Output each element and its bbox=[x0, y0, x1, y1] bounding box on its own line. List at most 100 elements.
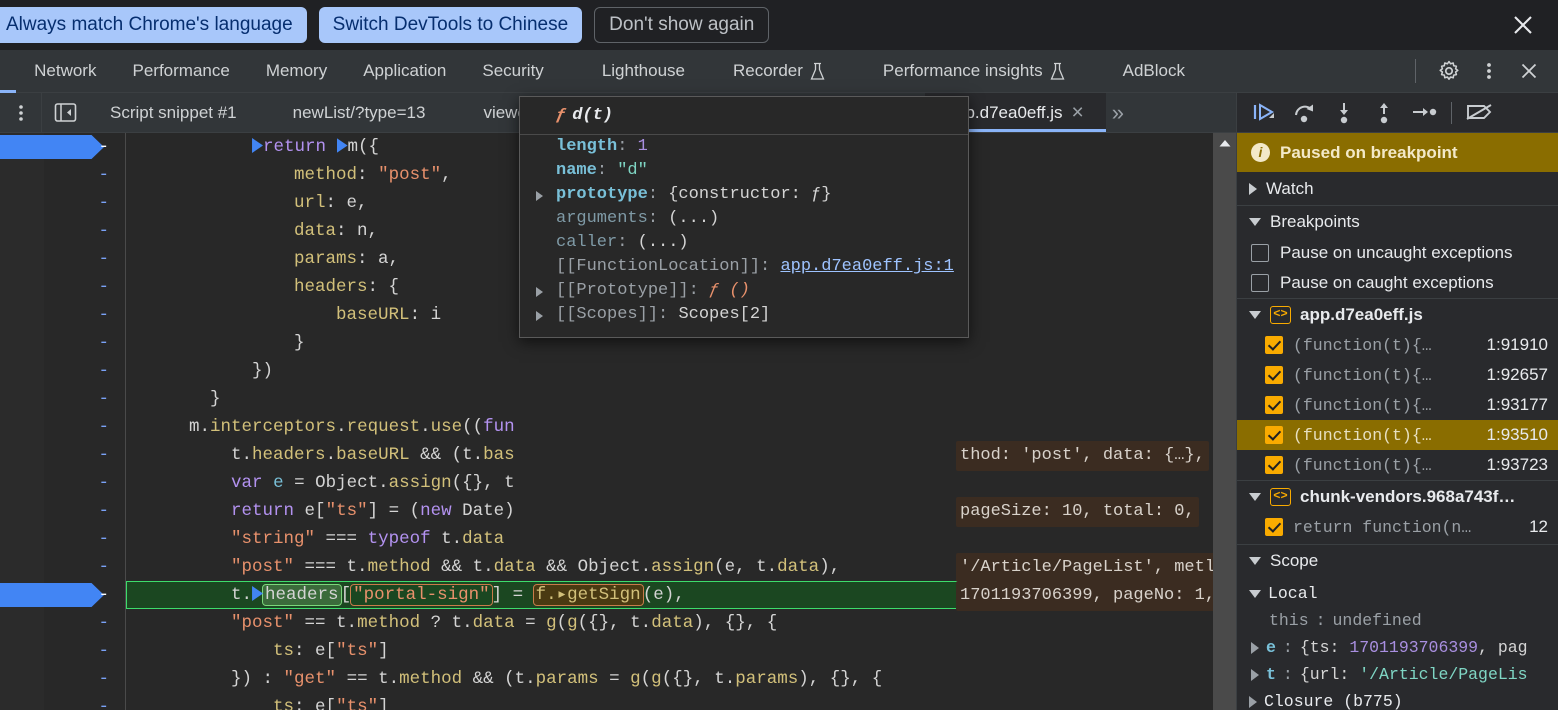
tab-lighthouse[interactable]: Lighthouse bbox=[562, 50, 703, 93]
gutter-line[interactable]: - bbox=[44, 161, 125, 189]
tab-security[interactable]: Security bbox=[464, 50, 561, 93]
popover-property-row[interactable]: length: 1 bbox=[520, 135, 968, 159]
close-icon[interactable]: × bbox=[1072, 102, 1084, 123]
pause-on-uncaught-exceptions-row[interactable]: Pause on uncaught exceptions bbox=[1237, 238, 1558, 268]
code-line[interactable]: t.headers.baseURL && (t.bas thod: 'post',… bbox=[126, 441, 1236, 471]
scope-closure-row[interactable]: Closure (b775) bbox=[1237, 688, 1558, 710]
breakpoint-checkbox[interactable] bbox=[1265, 396, 1283, 414]
checkbox[interactable] bbox=[1251, 274, 1269, 292]
section-watch[interactable]: Watch bbox=[1237, 172, 1558, 205]
gutter-line[interactable]: - bbox=[44, 553, 125, 581]
code-line[interactable]: m.interceptors.request.use((fun bbox=[126, 413, 1236, 441]
code-line[interactable]: "post" === t.method && t.data && Object.… bbox=[126, 553, 1236, 583]
tab-adblock[interactable]: AdBlock bbox=[1083, 50, 1203, 93]
popover-property-row[interactable]: name: "d" bbox=[520, 159, 968, 183]
expand-arrow-icon[interactable] bbox=[536, 311, 543, 321]
gutter-line[interactable]: - bbox=[44, 301, 125, 329]
editor-vertical-scrollbar[interactable] bbox=[1213, 133, 1236, 710]
scope-variable-row[interactable]: e: {ts: 1701193706399, pag bbox=[1237, 634, 1558, 661]
gutter-line[interactable]: - bbox=[44, 385, 125, 413]
gutter-breakpoint-marker[interactable]: - bbox=[44, 133, 125, 161]
breakpoint-row[interactable]: (function(t){… 1:93510 bbox=[1237, 420, 1558, 450]
scope-variable-row[interactable]: t: {url: '/Article/PageLis bbox=[1237, 661, 1558, 688]
gutter-line[interactable]: - bbox=[44, 609, 125, 637]
code-line[interactable]: }) : "get" == t.method && (t.params = g(… bbox=[126, 665, 1236, 693]
expand-caret-icon[interactable] bbox=[252, 138, 264, 153]
popover-property-row[interactable]: [[Scopes]]: Scopes[2] bbox=[520, 303, 968, 327]
breakpoint-row[interactable]: (function(t){… 1:93723 bbox=[1237, 450, 1558, 480]
gutter-line[interactable]: - bbox=[44, 665, 125, 693]
tab-overflow-icon[interactable]: » bbox=[1106, 93, 1130, 132]
breakpoint-checkbox[interactable] bbox=[1265, 456, 1283, 474]
popover-property-row[interactable]: arguments: (...) bbox=[520, 207, 968, 231]
file-tab-newlist[interactable]: newList/?type=13 bbox=[259, 93, 448, 132]
gutter-line[interactable]: - bbox=[44, 189, 125, 217]
code-line[interactable]: "post" == t.method ? t.data = g(g({}, t.… bbox=[126, 609, 1236, 637]
gutter-line[interactable]: - bbox=[44, 357, 125, 385]
resume-icon[interactable] bbox=[1247, 96, 1281, 130]
gutter-line[interactable]: - bbox=[44, 497, 125, 525]
step-icon[interactable] bbox=[1407, 96, 1441, 130]
dont-show-again-button[interactable]: Don't show again bbox=[594, 7, 770, 43]
breakpoint-checkbox[interactable] bbox=[1265, 426, 1283, 444]
editor-gutter[interactable]: -------------------------- bbox=[44, 133, 126, 710]
gutter-line[interactable]: - bbox=[44, 273, 125, 301]
gutter-line[interactable]: - bbox=[44, 245, 125, 273]
breakpoint-row[interactable]: (function(t){… 1:92657 bbox=[1237, 360, 1558, 390]
gutter-line[interactable]: - bbox=[44, 441, 125, 469]
pause-on-caught-exceptions-row[interactable]: Pause on caught exceptions bbox=[1237, 268, 1558, 298]
step-out-icon[interactable] bbox=[1367, 96, 1401, 130]
code-line[interactable]: "string" === typeof t.data bbox=[126, 525, 1236, 553]
expand-caret-icon[interactable] bbox=[336, 138, 348, 153]
code-line[interactable]: }) bbox=[126, 357, 1236, 385]
deactivate-breakpoints-icon[interactable] bbox=[1462, 96, 1496, 130]
tab-performance[interactable]: Performance bbox=[114, 50, 247, 93]
close-icon[interactable] bbox=[1512, 54, 1546, 88]
breakpoint-checkbox[interactable] bbox=[1265, 336, 1283, 354]
tab-sources[interactable]: rces bbox=[0, 50, 17, 93]
section-scope[interactable]: Scope bbox=[1237, 544, 1558, 577]
section-breakpoints[interactable]: Breakpoints bbox=[1237, 205, 1558, 238]
tab-application[interactable]: Application bbox=[345, 50, 464, 93]
expand-arrow-icon[interactable] bbox=[536, 287, 543, 297]
kebab-menu-icon[interactable] bbox=[0, 93, 42, 132]
gutter-breakpoint-marker[interactable]: - bbox=[44, 581, 125, 609]
show-navigator-icon[interactable] bbox=[42, 93, 88, 132]
breakpoint-row[interactable]: (function(t){… 1:91910 bbox=[1237, 330, 1558, 360]
step-over-icon[interactable] bbox=[1287, 96, 1321, 130]
gutter-line[interactable]: - bbox=[44, 637, 125, 665]
file-tab-script-snippet[interactable]: Script snippet #1 bbox=[88, 93, 259, 132]
gear-icon[interactable] bbox=[1432, 54, 1466, 88]
code-line[interactable]: ts: e["ts"] bbox=[126, 637, 1236, 665]
gutter-line[interactable]: - bbox=[44, 329, 125, 357]
tab-network[interactable]: Network bbox=[16, 50, 114, 93]
breakpoint-checkbox[interactable] bbox=[1265, 518, 1283, 536]
kebab-menu-icon[interactable] bbox=[1472, 54, 1506, 88]
code-line[interactable]: var e = Object.assign({}, t bbox=[126, 469, 1236, 497]
property-value-link[interactable]: app.d7ea0eff.js:1 bbox=[780, 257, 953, 276]
gutter-line[interactable]: - bbox=[44, 525, 125, 553]
scope-variable-row[interactable]: this: undefined bbox=[1237, 607, 1558, 634]
gutter-line[interactable]: - bbox=[44, 217, 125, 245]
switch-devtools-to-chinese-button[interactable]: Switch DevTools to Chinese bbox=[318, 7, 583, 43]
code-line[interactable]: return e["ts"] = (new Date) pageSize: 10,… bbox=[126, 497, 1236, 527]
breakpoint-file-header[interactable]: <> app.d7ea0eff.js bbox=[1237, 298, 1558, 330]
tab-memory[interactable]: Memory bbox=[248, 50, 345, 93]
code-line[interactable]: ts: e["ts"] bbox=[126, 693, 1236, 710]
breakpoint-file-header[interactable]: <> chunk-vendors.968a743f… bbox=[1237, 480, 1558, 512]
breakpoint-row[interactable]: return function(n… 12 bbox=[1237, 512, 1558, 542]
popover-property-row[interactable]: [[FunctionLocation]]: app.d7ea0eff.js:1 bbox=[520, 255, 968, 279]
gutter-line[interactable]: - bbox=[44, 413, 125, 441]
expand-arrow-icon[interactable] bbox=[1251, 668, 1259, 681]
breakpoint-row[interactable]: (function(t){… 1:93177 bbox=[1237, 390, 1558, 420]
always-match-chrome-language-button[interactable]: Always match Chrome's language bbox=[0, 7, 307, 43]
tab-performance-insights[interactable]: Performance insights bbox=[843, 50, 1083, 93]
scope-local-header[interactable]: Local bbox=[1237, 580, 1558, 607]
step-into-icon[interactable] bbox=[1327, 96, 1361, 130]
gutter-line[interactable]: - bbox=[44, 469, 125, 497]
expand-arrow-icon[interactable] bbox=[1251, 641, 1259, 654]
code-line-executing[interactable]: t. headers["portal-sign"] = f.▸getSign (e)… bbox=[126, 581, 1236, 611]
code-line[interactable]: } bbox=[126, 385, 1236, 413]
breakpoint-checkbox[interactable] bbox=[1265, 366, 1283, 384]
scroll-up-arrow-icon[interactable] bbox=[1213, 133, 1236, 153]
